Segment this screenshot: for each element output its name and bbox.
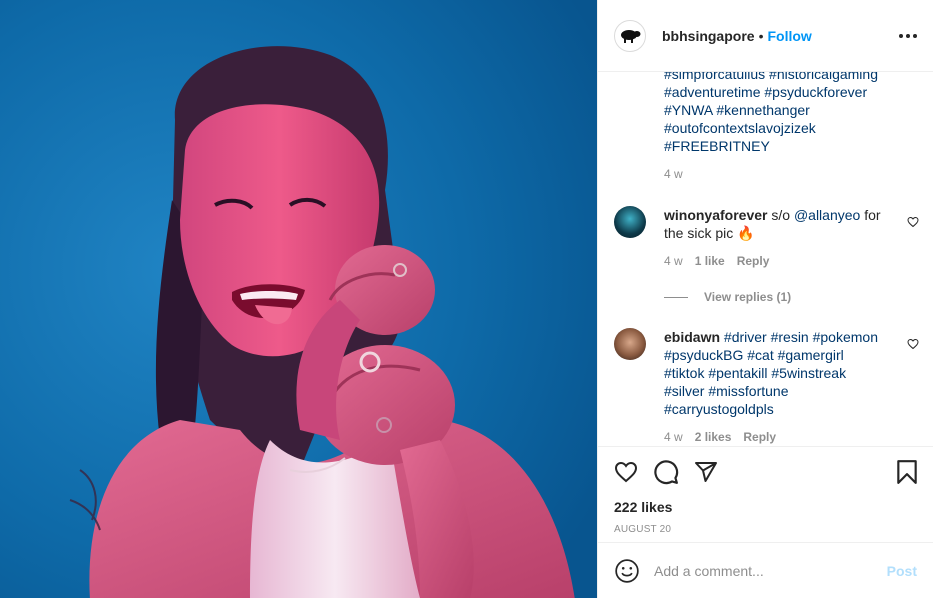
portrait-illustration: [0, 0, 597, 598]
post-panel: bbhsingapore • Follow #simpforcatullus #…: [597, 0, 933, 598]
view-replies-button[interactable]: View replies (1): [664, 290, 791, 304]
account-avatar[interactable]: [614, 19, 646, 52]
heart-icon[interactable]: [907, 338, 919, 350]
post-header: bbhsingapore • Follow: [598, 0, 933, 72]
post-button[interactable]: Post: [887, 563, 917, 579]
caption-line[interactable]: #YNWA #kennethanger: [664, 101, 914, 119]
separator-dot: •: [758, 27, 764, 44]
view-replies-label: View replies (1): [704, 290, 792, 304]
comment-username[interactable]: winonyaforever: [664, 207, 767, 223]
comment-text[interactable]: #carryustogoldpls: [664, 400, 900, 418]
comment-text[interactable]: #driver #resin #pokemon: [720, 329, 878, 345]
comment-meta: 4 w 1 like Reply: [664, 254, 900, 268]
comment-text: for: [860, 207, 881, 223]
post-date[interactable]: AUGUST 20: [598, 518, 933, 542]
reply-button[interactable]: Reply: [737, 254, 770, 268]
caption: #simpforcatullus #historicalgaming #adve…: [664, 72, 914, 181]
comment-time[interactable]: 4 w: [664, 430, 683, 444]
comment-body: winonyaforever s/o @allanyeo for the sic…: [664, 206, 900, 268]
caption-line[interactable]: #simpforcatullus #historicalgaming: [664, 72, 914, 83]
reply-button[interactable]: Reply: [743, 430, 776, 444]
comment-time[interactable]: 4 w: [664, 254, 683, 268]
caption-line[interactable]: #adventuretime #psyduckforever: [664, 83, 914, 101]
more-icon[interactable]: [899, 33, 917, 38]
likes-count[interactable]: 222 likes: [598, 496, 933, 518]
caption-time[interactable]: 4 w: [664, 167, 683, 181]
avatar[interactable]: [614, 206, 646, 238]
comment-text[interactable]: #tiktok #pentakill #5winstreak: [664, 364, 900, 382]
heart-icon: [614, 461, 638, 482]
share-button[interactable]: [692, 458, 720, 486]
sheep-logo-icon: [621, 29, 641, 43]
heart-icon[interactable]: [907, 216, 919, 228]
comment-text[interactable]: #silver #missfortune: [664, 382, 900, 400]
caption-line[interactable]: #outofcontextslavojzizek: [664, 119, 914, 137]
emoji-icon[interactable]: [614, 558, 640, 584]
caption-meta: 4 w: [664, 167, 914, 181]
post-username[interactable]: bbhsingapore: [662, 28, 755, 44]
comment-input[interactable]: [654, 562, 887, 579]
comment-item: ebidawn #driver #resin #pokemon #psyduck…: [614, 328, 918, 444]
comment-likes[interactable]: 2 likes: [695, 430, 732, 444]
comment-icon: [654, 459, 679, 484]
caption-line[interactable]: #FREEBRITNEY: [664, 137, 914, 155]
replies-divider: [664, 296, 688, 298]
add-comment-bar: Post: [598, 542, 933, 598]
comment-text: s/o: [767, 207, 794, 223]
bookmark-icon: [897, 459, 917, 484]
comment-username[interactable]: ebidawn: [664, 329, 720, 345]
comment-meta: 4 w 2 likes Reply: [664, 430, 900, 444]
share-icon: [695, 461, 717, 482]
avatar[interactable]: [614, 328, 646, 360]
comment-text[interactable]: #psyduckBG #cat #gamergirl: [664, 346, 900, 364]
comment-button[interactable]: [652, 458, 680, 486]
comment-likes[interactable]: 1 like: [695, 254, 725, 268]
like-button[interactable]: [612, 458, 640, 486]
comment-item: winonyaforever s/o @allanyeo for the sic…: [614, 206, 918, 268]
save-button[interactable]: [893, 458, 921, 486]
comment-text: the sick pic 🔥: [664, 225, 755, 241]
follow-button[interactable]: Follow: [767, 28, 811, 44]
comments-list[interactable]: #simpforcatullus #historicalgaming #adve…: [598, 72, 933, 446]
comment-mention[interactable]: @allanyeo: [794, 207, 860, 223]
action-bar: [598, 446, 933, 496]
post-photo[interactable]: [0, 0, 597, 598]
comment-body: ebidawn #driver #resin #pokemon #psyduck…: [664, 328, 900, 444]
